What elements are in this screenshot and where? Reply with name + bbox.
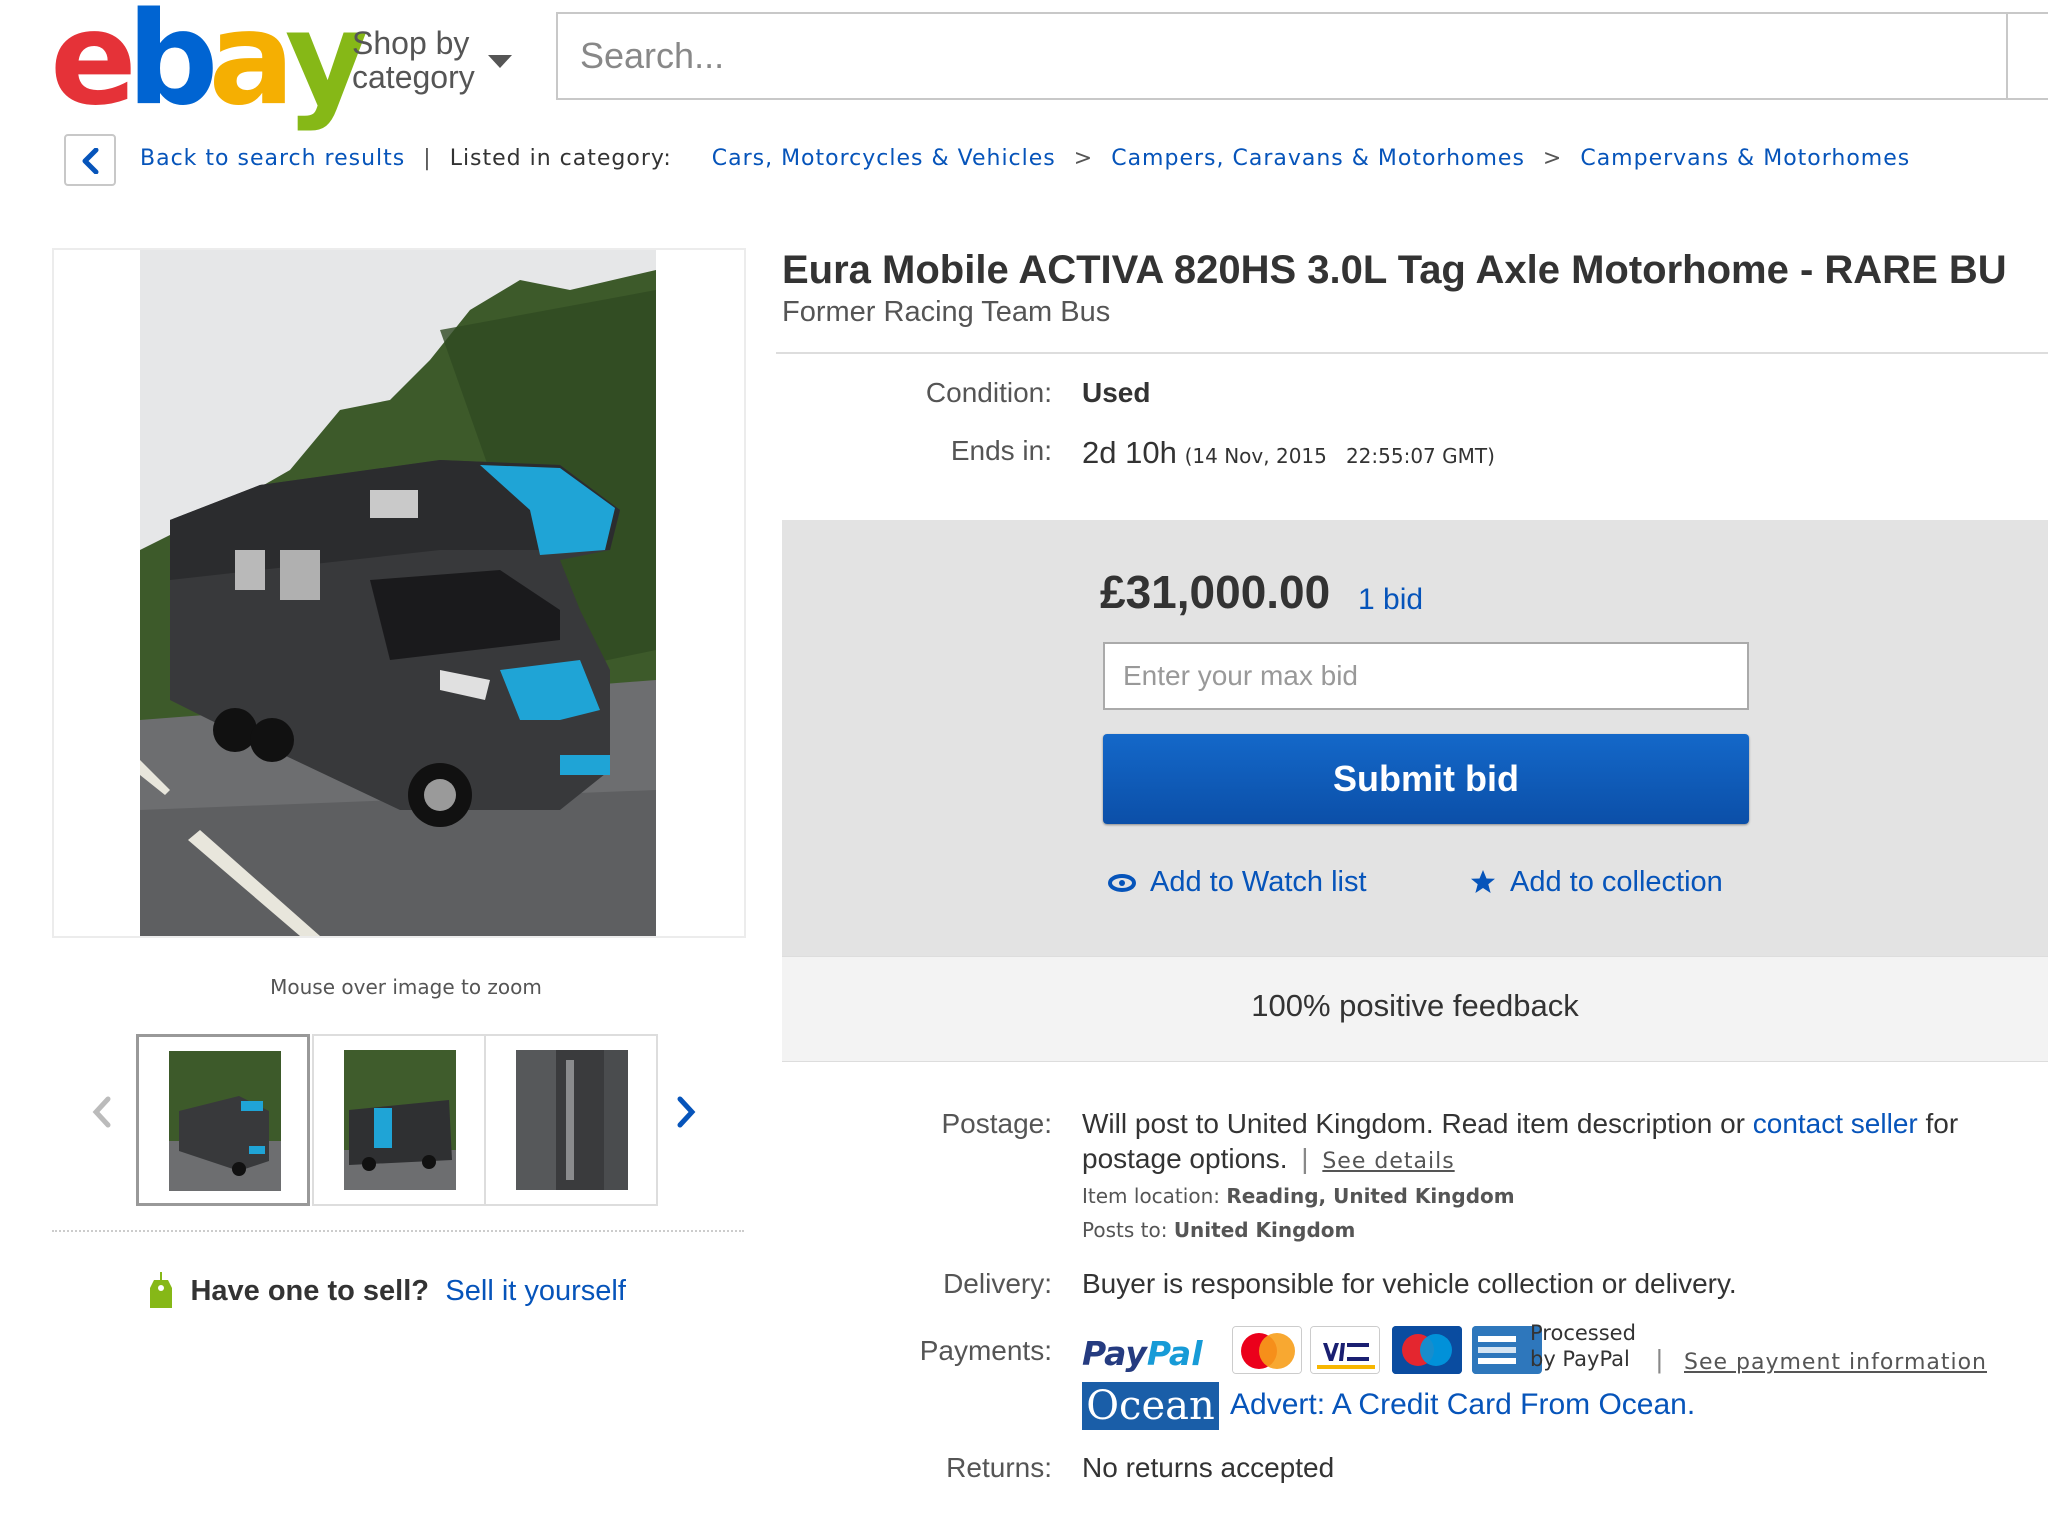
price-tag-icon: [150, 1272, 172, 1308]
bid-count-link[interactable]: 1 bid: [1358, 583, 1423, 617]
delivery-text: Buyer is responsible for vehicle collect…: [1082, 1268, 1737, 1299]
zoom-hint: Mouse over image to zoom: [270, 975, 542, 999]
back-to-search-link[interactable]: Back to search results: [140, 146, 405, 171]
chevron-right-icon: [677, 1096, 696, 1128]
dotted-divider: [52, 1230, 744, 1232]
logo-letter-b: b: [126, 0, 219, 134]
ebay-logo[interactable]: ebay: [50, 0, 368, 134]
ends-date: (14 Nov, 2015 22:55:07 GMT): [1184, 444, 1495, 468]
collection-label: Add to collection: [1510, 866, 1723, 898]
star-icon: [1471, 870, 1495, 893]
see-payment-information-link[interactable]: See payment information: [1684, 1350, 1987, 1375]
sell-it-yourself-row: Have one to sell? Sell it yourself: [146, 1270, 626, 1310]
ends-in-label: Ends in:: [950, 435, 1052, 466]
breadcrumb-separator: >: [1073, 146, 1094, 171]
postage-line-1: Will post to United Kingdom. Read item d…: [1082, 1108, 1958, 1140]
logo-letter-a: a: [208, 0, 294, 134]
submit-bid-button[interactable]: Submit bid: [1103, 734, 1749, 824]
watch-list-label: Add to Watch list: [1150, 866, 1367, 898]
paypal-logo-pay: Pay: [1082, 1334, 1147, 1373]
current-price: £31,000.00: [1100, 566, 1331, 618]
postage-text-for: for: [1925, 1108, 1959, 1139]
listed-in-label: Listed in category:: [449, 146, 672, 171]
returns-label: Returns:: [946, 1452, 1052, 1483]
sell-it-yourself-link[interactable]: Sell it yourself: [445, 1275, 626, 1307]
maestro-icon: [1392, 1326, 1462, 1374]
search-divider: [2006, 14, 2008, 100]
condition-value: Used: [1082, 377, 1151, 408]
ocean-logo[interactable]: Ocean: [1082, 1382, 1219, 1430]
thumbnail-1[interactable]: [136, 1034, 310, 1206]
payments-label: Payments:: [919, 1335, 1052, 1366]
back-button[interactable]: [64, 134, 116, 186]
returns-text: No returns accepted: [1082, 1452, 1335, 1483]
posts-to-label: Posts to:: [1082, 1218, 1168, 1242]
add-to-collection[interactable]: Add to collection: [1470, 866, 1723, 899]
payment-pipe: |: [1656, 1344, 1663, 1374]
processed-line-2: by PayPal: [1530, 1347, 1630, 1371]
eye-icon: [1108, 874, 1136, 892]
shop-by-category[interactable]: Shop by category: [352, 26, 475, 94]
item-title: Eura Mobile ACTIVA 820HS 3.0L Tag Axle M…: [782, 248, 2007, 292]
breadcrumb: Back to search results | Listed in categ…: [140, 146, 1910, 171]
item-location-row: Item location: Reading, United Kingdom: [1082, 1184, 1515, 1208]
condition-label: Condition:: [925, 377, 1052, 408]
see-details-link[interactable]: See details: [1322, 1149, 1454, 1174]
posts-to-value: United Kingdom: [1173, 1218, 1356, 1242]
max-bid-input[interactable]: [1103, 642, 1749, 710]
search-input[interactable]: [578, 34, 2032, 78]
chevron-left-icon: [82, 148, 99, 174]
add-to-watch-list[interactable]: Add to Watch list: [1108, 866, 1367, 899]
postage-text: Will post to United Kingdom. Read item d…: [1082, 1108, 1745, 1139]
processed-line-1: Processed: [1530, 1321, 1636, 1345]
ends-in-value: 2d 10h: [1082, 435, 1177, 470]
chevron-left-icon: [92, 1096, 111, 1128]
thumbnail-image: [516, 1050, 628, 1190]
ends-in-row: 2d 10h (14 Nov, 2015 22:55:07 GMT): [1082, 435, 1495, 471]
postage-options-text: postage options.: [1082, 1143, 1288, 1174]
item-location-value: Reading, United Kingdom: [1226, 1184, 1515, 1208]
category-label: category: [352, 59, 475, 95]
breadcrumb-category-3[interactable]: Campervans & Motorhomes: [1580, 146, 1910, 171]
thumbnail-3[interactable]: [484, 1034, 658, 1206]
posts-to-row: Posts to: United Kingdom: [1082, 1218, 1355, 1242]
visa-icon: [1310, 1326, 1380, 1374]
paypal-logo: PayPal: [1082, 1334, 1203, 1373]
ocean-advert-link[interactable]: Advert: A Credit Card From Ocean.: [1230, 1388, 1695, 1422]
item-subtitle: Former Racing Team Bus: [782, 296, 1111, 328]
breadcrumb-divider: |: [423, 146, 432, 171]
breadcrumb-category-1[interactable]: Cars, Motorcycles & Vehicles: [712, 146, 1056, 171]
seller-feedback: 100% positive feedback: [1251, 988, 1579, 1023]
thumbnail-next-button[interactable]: [676, 1096, 696, 1133]
have-one-to-sell-label: Have one to sell?: [190, 1275, 429, 1307]
thumbnail-image: [344, 1050, 456, 1190]
thumbnail-2[interactable]: [312, 1034, 486, 1206]
processed-by-paypal: Processed by PayPal: [1530, 1320, 1636, 1372]
paypal-logo-pal: Pal: [1146, 1334, 1203, 1373]
shop-by-label: Shop by: [352, 25, 470, 61]
breadcrumb-category-2[interactable]: Campers, Caravans & Motorhomes: [1111, 146, 1525, 171]
thumbnail-prev-button[interactable]: [92, 1096, 112, 1133]
breadcrumb-separator: >: [1542, 146, 1563, 171]
item-location-label: Item location:: [1082, 1184, 1220, 1208]
logo-letter-e: e: [50, 0, 137, 134]
postage-line-2: postage options. | See details: [1082, 1143, 1455, 1175]
postage-pipe: |: [1301, 1143, 1309, 1174]
thumbnail-image: [169, 1051, 281, 1191]
mastercard-icon: [1232, 1326, 1302, 1374]
logo-letter-y: y: [284, 0, 368, 134]
chevron-down-icon[interactable]: [488, 55, 512, 68]
search-box: [556, 12, 2048, 100]
main-item-image[interactable]: [140, 250, 656, 936]
delivery-label: Delivery:: [943, 1268, 1052, 1299]
contact-seller-link[interactable]: contact seller: [1753, 1108, 1918, 1139]
postage-label: Postage:: [941, 1108, 1052, 1139]
title-divider: [776, 352, 2048, 354]
